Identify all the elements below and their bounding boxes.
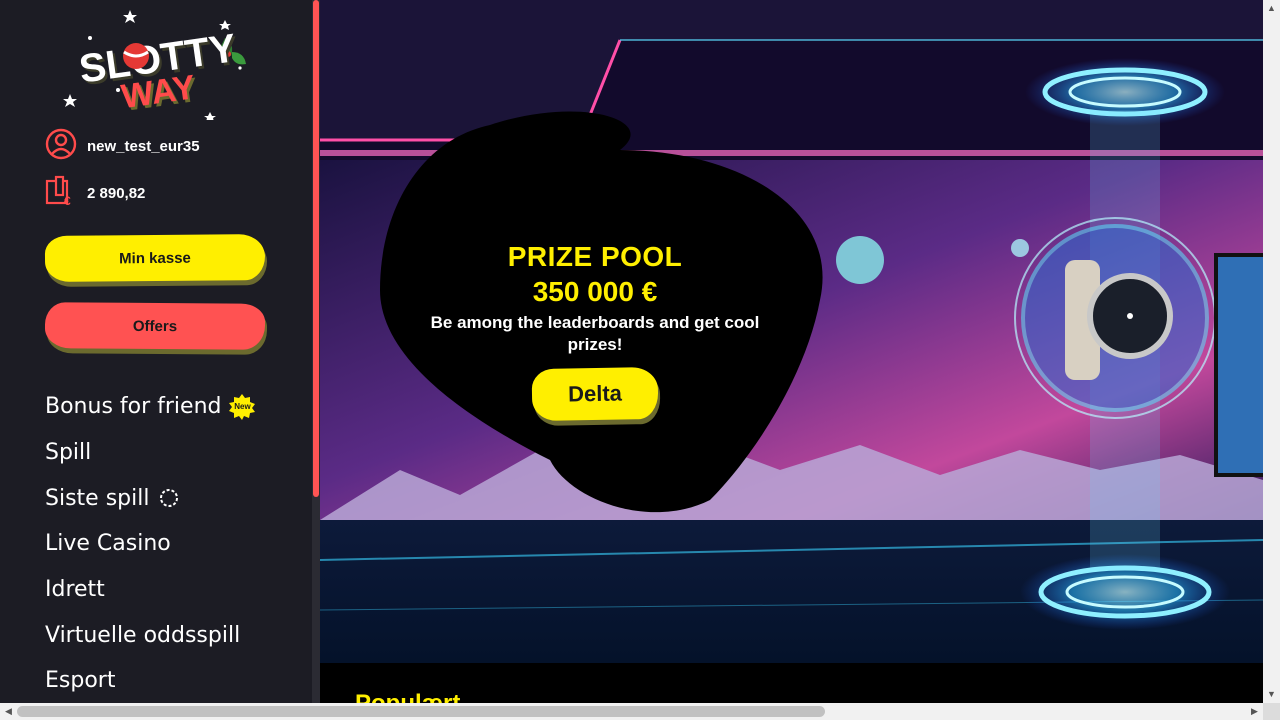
horizontal-scrollbar[interactable]: ◀ ▶ bbox=[0, 703, 1280, 720]
cashier-button[interactable]: Min kasse bbox=[44, 234, 266, 282]
nav-item-label: Siste spill bbox=[45, 485, 150, 511]
banner-amount: 350 000 € bbox=[532, 276, 658, 307]
nav-item-virtuelle-oddsspill[interactable]: Virtuelle oddsspill bbox=[45, 612, 255, 658]
sidebar-scrollbar[interactable] bbox=[312, 0, 320, 705]
banner-description: Be among the leaderboards and get cool p… bbox=[430, 313, 760, 354]
nav-item-idrett[interactable]: Idrett bbox=[45, 567, 255, 613]
nav-item-label: Virtuelle oddsspill bbox=[45, 622, 241, 648]
banner-copy: PRIZE POOL 350 000 € Be among the leader… bbox=[425, 240, 765, 356]
nav-item-siste-spill[interactable]: Siste spill bbox=[45, 475, 255, 521]
scroll-up-arrow-icon[interactable]: ▲ bbox=[1263, 0, 1280, 17]
new-badge: New bbox=[229, 393, 256, 420]
account-balance-row[interactable]: € 2 890,82 bbox=[45, 175, 146, 212]
nav-item-live-casino[interactable]: Live Casino bbox=[45, 521, 255, 567]
promo-banner[interactable]: PRIZE POOL 350 000 € Be among the leader… bbox=[320, 0, 1263, 663]
account-username-row[interactable]: new_test_eur35 bbox=[45, 128, 200, 165]
banner-title: PRIZE POOL bbox=[507, 241, 683, 272]
main-nav: Bonus for friend New Spill Siste spill L… bbox=[45, 384, 256, 704]
nav-item-esport[interactable]: Esport bbox=[45, 658, 255, 704]
account-username: new_test_eur35 bbox=[87, 137, 200, 155]
sidebar-scrollbar-thumb[interactable] bbox=[313, 0, 319, 497]
nav-item-label: Live Casino bbox=[45, 531, 171, 557]
scroll-right-arrow-icon[interactable]: ▶ bbox=[1246, 703, 1263, 720]
nav-item-label: Esport bbox=[45, 668, 116, 694]
sidebar: SLOTTY SLOTTY WAY WAY new_test_eur35 € 2… bbox=[0, 0, 312, 705]
loading-spinner-icon bbox=[160, 489, 179, 508]
nav-item-label: Spill bbox=[45, 440, 92, 466]
scrollbar-corner bbox=[1263, 703, 1280, 720]
offers-button[interactable]: Offers bbox=[44, 302, 266, 350]
nav-item-label: Idrett bbox=[45, 577, 105, 603]
scroll-left-arrow-icon[interactable]: ◀ bbox=[0, 703, 17, 720]
user-circle-icon bbox=[45, 128, 77, 165]
nav-item-label: Bonus for friend bbox=[45, 394, 222, 420]
vertical-scrollbar[interactable]: ▲ ▼ bbox=[1263, 0, 1280, 705]
scroll-down-arrow-icon[interactable]: ▼ bbox=[1263, 686, 1280, 703]
site-logo[interactable]: SLOTTY SLOTTY WAY WAY bbox=[60, 8, 250, 120]
main-content: PRIZE POOL 350 000 € Be among the leader… bbox=[320, 0, 1263, 705]
nav-item-spill[interactable]: Spill bbox=[45, 430, 255, 476]
join-button[interactable]: Delta bbox=[531, 366, 659, 422]
horizontal-scrollbar-thumb[interactable] bbox=[17, 706, 825, 717]
nav-item-bonus-for-friend[interactable]: Bonus for friend New bbox=[45, 384, 256, 430]
wallet-euro-icon: € bbox=[45, 175, 77, 212]
svg-text:€: € bbox=[64, 194, 71, 207]
account-balance: 2 890,82 bbox=[87, 184, 146, 202]
